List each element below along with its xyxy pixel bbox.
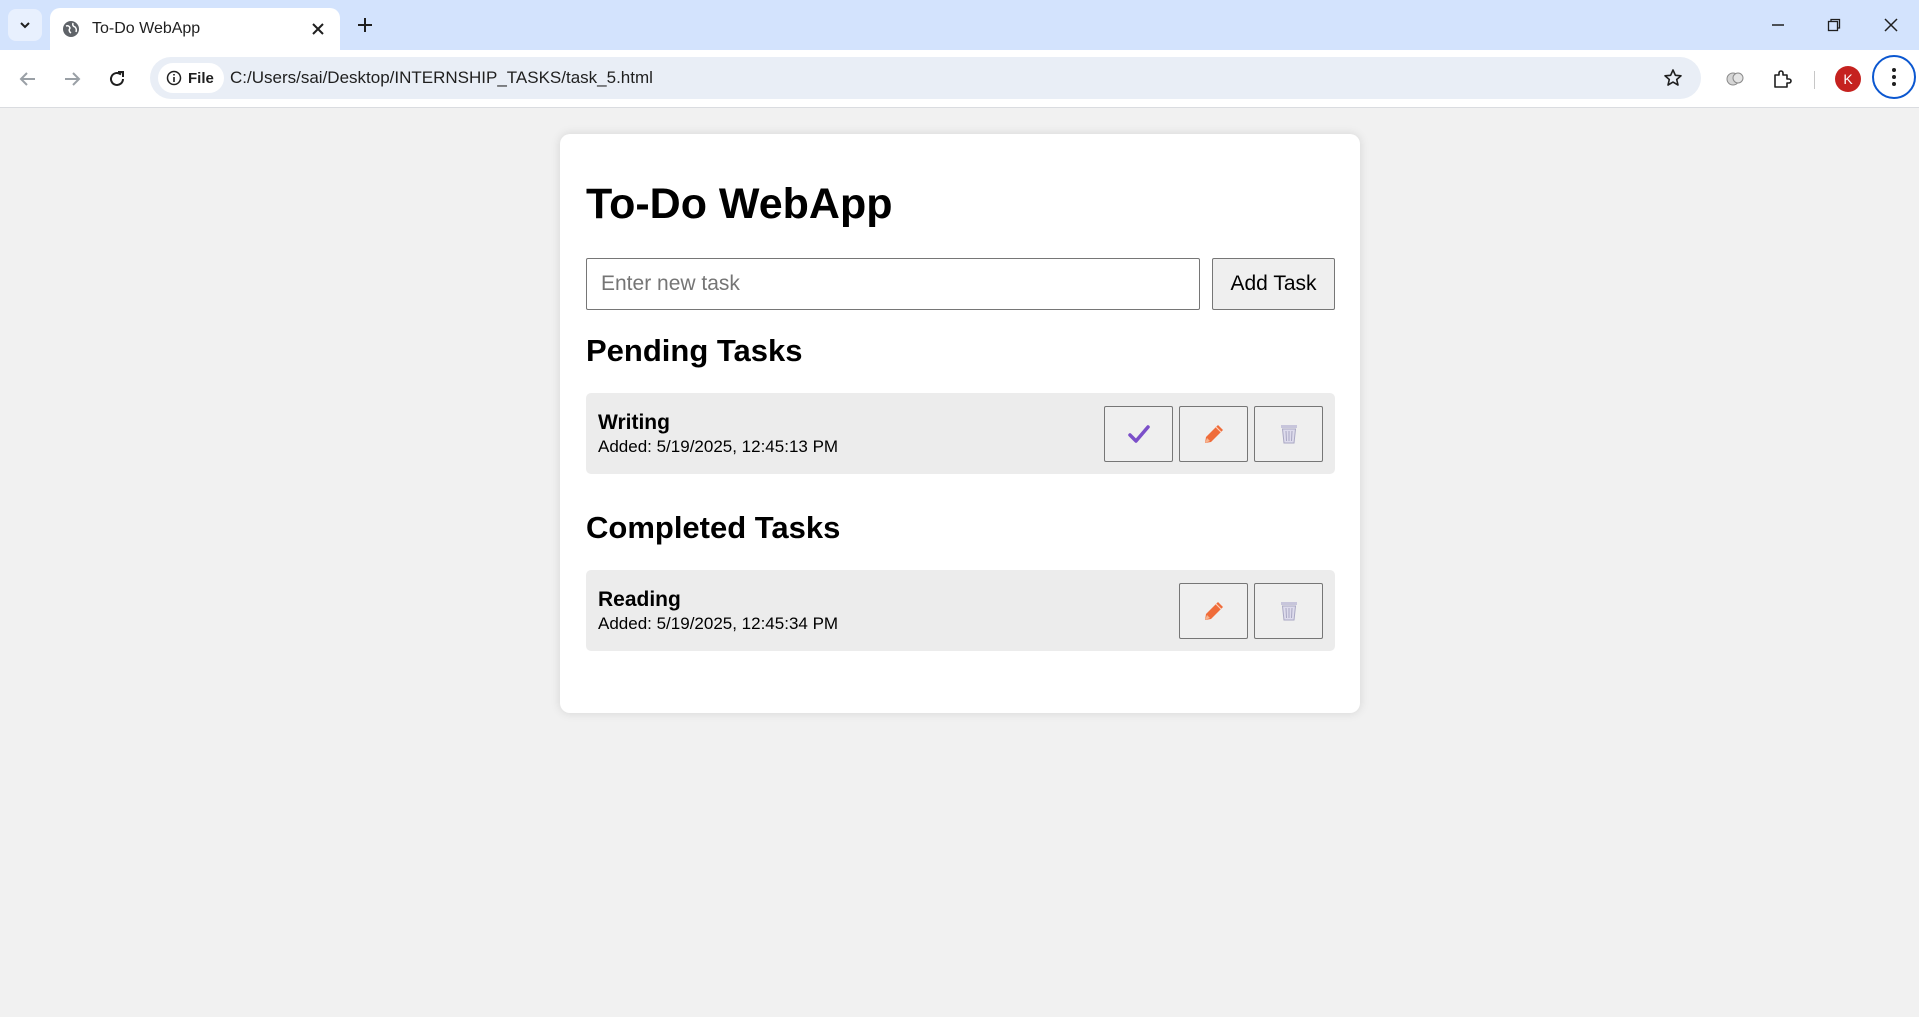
close-window-button[interactable] [1877, 11, 1905, 39]
delete-task-button[interactable] [1254, 583, 1323, 639]
task-name: Reading [598, 588, 681, 611]
reload-button[interactable] [101, 63, 133, 95]
tab-title: To-Do WebApp [92, 20, 201, 37]
browser-toolbar: File C:/Users/sai/Desktop/INTERNSHIP_TAS… [0, 50, 1919, 108]
lens-icon [1726, 72, 1744, 86]
globe-icon [62, 20, 80, 38]
pencil-icon [1204, 602, 1223, 620]
restore-icon [1827, 18, 1841, 32]
tab-search-button[interactable] [8, 9, 42, 41]
trash-icon [1280, 425, 1297, 444]
close-icon [1884, 18, 1898, 32]
complete-task-button[interactable] [1104, 406, 1173, 462]
close-tab-button[interactable] [306, 17, 330, 41]
site-info-chip[interactable]: File [158, 63, 224, 93]
completed-task-item: Reading Added: 5/19/2025, 12:45:34 PM [586, 570, 1335, 651]
chip-label: File [188, 69, 214, 87]
pending-heading: Pending Tasks [586, 333, 803, 368]
address-bar[interactable]: File C:/Users/sai/Desktop/INTERNSHIP_TAS… [150, 57, 1701, 99]
check-icon [1127, 425, 1150, 443]
star-icon [1664, 69, 1682, 86]
plus-icon [358, 18, 372, 32]
minimize-button[interactable] [1764, 11, 1792, 39]
back-button[interactable] [12, 63, 44, 95]
add-task-button[interactable]: Add Task [1212, 258, 1335, 310]
pencil-icon [1204, 425, 1223, 443]
extensions-button[interactable] [1766, 63, 1798, 95]
toolbar-separator [1814, 71, 1815, 89]
task-name: Writing [598, 411, 670, 434]
browser-menu-button[interactable] [1872, 55, 1916, 99]
chevron-down-icon [20, 22, 30, 29]
minimize-icon [1772, 24, 1784, 26]
bookmark-button[interactable] [1661, 66, 1685, 90]
task-date: Added: 5/19/2025, 12:45:34 PM [598, 614, 839, 633]
close-icon [312, 23, 324, 35]
edit-task-button[interactable] [1179, 406, 1248, 462]
trash-icon [1280, 602, 1297, 621]
tab-strip: To-Do WebApp [0, 0, 1919, 50]
todo-card: To-Do WebApp Add Task Pending Tasks Writ… [560, 134, 1360, 713]
browser-tab[interactable]: To-Do WebApp [50, 8, 340, 50]
pending-task-item: Writing Added: 5/19/2025, 12:45:13 PM [586, 393, 1335, 474]
edit-task-button[interactable] [1179, 583, 1248, 639]
task-date: Added: 5/19/2025, 12:45:13 PM [598, 437, 839, 456]
back-arrow-icon [19, 72, 35, 86]
info-icon [166, 70, 182, 86]
new-tab-button[interactable] [352, 12, 378, 38]
completed-heading: Completed Tasks [586, 510, 841, 545]
lens-button[interactable] [1719, 63, 1751, 95]
kebab-menu-icon [1892, 68, 1896, 86]
url-text[interactable]: C:/Users/sai/Desktop/INTERNSHIP_TASKS/ta… [230, 68, 653, 88]
new-task-input[interactable] [586, 258, 1200, 310]
extensions-icon [1774, 70, 1792, 88]
reload-icon [110, 71, 124, 86]
forward-button[interactable] [56, 63, 88, 95]
avatar[interactable]: K [1835, 66, 1861, 92]
delete-task-button[interactable] [1254, 406, 1323, 462]
page-title: To-Do WebApp [586, 180, 893, 228]
forward-arrow-icon [65, 72, 81, 86]
restore-button[interactable] [1820, 11, 1848, 39]
